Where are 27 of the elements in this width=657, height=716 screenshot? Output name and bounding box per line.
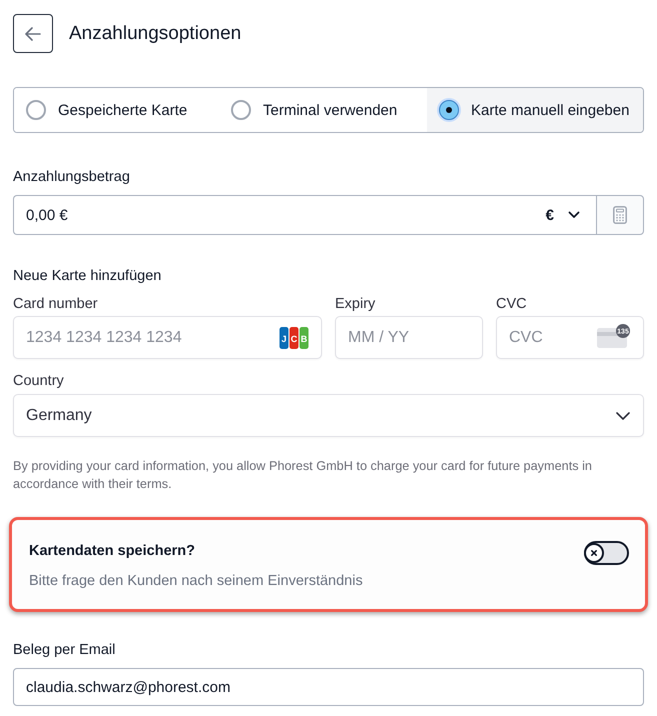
amount-field[interactable]: 0,00 €	[13, 195, 536, 235]
field-label: CVC	[496, 295, 528, 313]
currency-dropdown[interactable]: €	[536, 195, 596, 235]
toggle-switch[interactable]	[584, 541, 629, 565]
field-label: Expiry	[335, 295, 376, 313]
radio-icon	[439, 100, 459, 120]
save-card-title: Kartendaten speichern?	[29, 542, 196, 561]
page-title: Anzahlungsoptionen	[69, 22, 242, 44]
toggle-knob-icon	[584, 543, 604, 563]
back-button[interactable]	[13, 14, 53, 53]
radio-icon	[26, 100, 46, 120]
field-label: Card number	[13, 295, 99, 313]
terms-notice: By providing your card information, you allow Phorest GmbH to charge your card for future payments in accordance with their terms.	[13, 458, 593, 493]
calculator-icon	[613, 206, 627, 224]
radio-icon	[231, 100, 251, 120]
save-card-hint: Bitte frage den Kunden nach seinem Einverständnis	[29, 572, 363, 591]
caret-icon	[568, 211, 580, 219]
back-arrow-icon	[25, 26, 41, 40]
chevron-down-icon	[616, 412, 630, 420]
field-label: Anzahlungsbetrag	[13, 168, 131, 187]
country-select[interactable]: Germany	[13, 394, 644, 437]
field-label: Beleg per Email	[13, 641, 116, 660]
field-label: Country	[13, 372, 65, 390]
expiry-field[interactable]: MM / YY	[335, 316, 483, 359]
email-field[interactable]: claudia.schwarz@phorest.com	[13, 668, 644, 706]
section-heading: Neue Karte hinzufügen	[13, 267, 162, 286]
payment-method-option[interactable]: Karte manuell eingeben	[427, 88, 643, 132]
